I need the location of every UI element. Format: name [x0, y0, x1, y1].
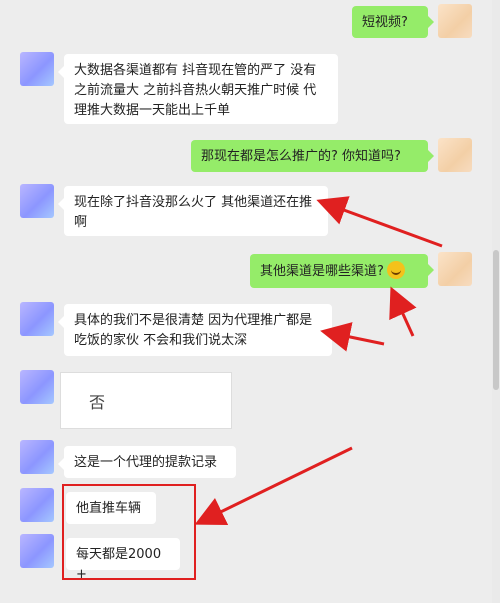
red-arrow-icon	[320, 322, 385, 352]
avatar-self[interactable]	[438, 252, 472, 286]
message-bubble-incoming[interactable]: 现在除了抖音没那么火了 其他渠道还在推啊	[58, 186, 328, 236]
message-bubble-incoming[interactable]: 这是一个代理的提款记录	[58, 446, 236, 478]
red-arrow-icon	[389, 286, 417, 337]
image-caption: 否	[89, 393, 106, 412]
avatar-contact[interactable]	[20, 488, 54, 522]
message-text: 其他渠道是哪些渠道?	[260, 264, 384, 279]
scrollbar-thumb[interactable]	[493, 250, 499, 390]
message-text: 现在除了抖音没那么火了 其他渠道还在推啊	[74, 195, 313, 230]
message-bubble-incoming[interactable]: 具体的我们不是很清楚 因为代理推广都是吃饭的家伙 不会和我们说太深	[58, 304, 332, 356]
avatar-contact[interactable]	[20, 184, 54, 218]
avatar-contact[interactable]	[20, 440, 54, 474]
message-text: 具体的我们不是很清楚 因为代理推广都是吃饭的家伙 不会和我们说太深	[74, 313, 313, 348]
avatar-contact[interactable]	[20, 52, 54, 86]
annotation-highlight-box	[62, 484, 196, 580]
message-text: 大数据各渠道都有 抖音现在管的严了 没有之前流量大 之前抖音热火朝天推广时候 代…	[74, 63, 317, 118]
avatar-self[interactable]	[438, 4, 472, 38]
grinning-sweat-emoji-icon	[386, 261, 405, 279]
avatar-contact[interactable]	[20, 370, 54, 404]
avatar-contact[interactable]	[20, 534, 54, 568]
message-bubble-outgoing[interactable]: 短视频?	[352, 6, 434, 38]
message-bubble-outgoing[interactable]: 那现在都是怎么推广的? 你知道吗?	[191, 140, 434, 172]
avatar-contact[interactable]	[20, 302, 54, 336]
message-bubble-incoming[interactable]: 大数据各渠道都有 抖音现在管的严了 没有之前流量大 之前抖音热火朝天推广时候 代…	[58, 54, 338, 124]
red-arrow-icon	[316, 196, 443, 248]
message-bubble-outgoing[interactable]: 其他渠道是哪些渠道?	[250, 254, 434, 288]
message-text: 那现在都是怎么推广的? 你知道吗?	[201, 149, 401, 164]
message-text: 短视频?	[362, 15, 408, 30]
avatar-self[interactable]	[438, 138, 472, 172]
image-message[interactable]: 否	[60, 372, 232, 429]
message-text: 这是一个代理的提款记录	[74, 455, 218, 470]
